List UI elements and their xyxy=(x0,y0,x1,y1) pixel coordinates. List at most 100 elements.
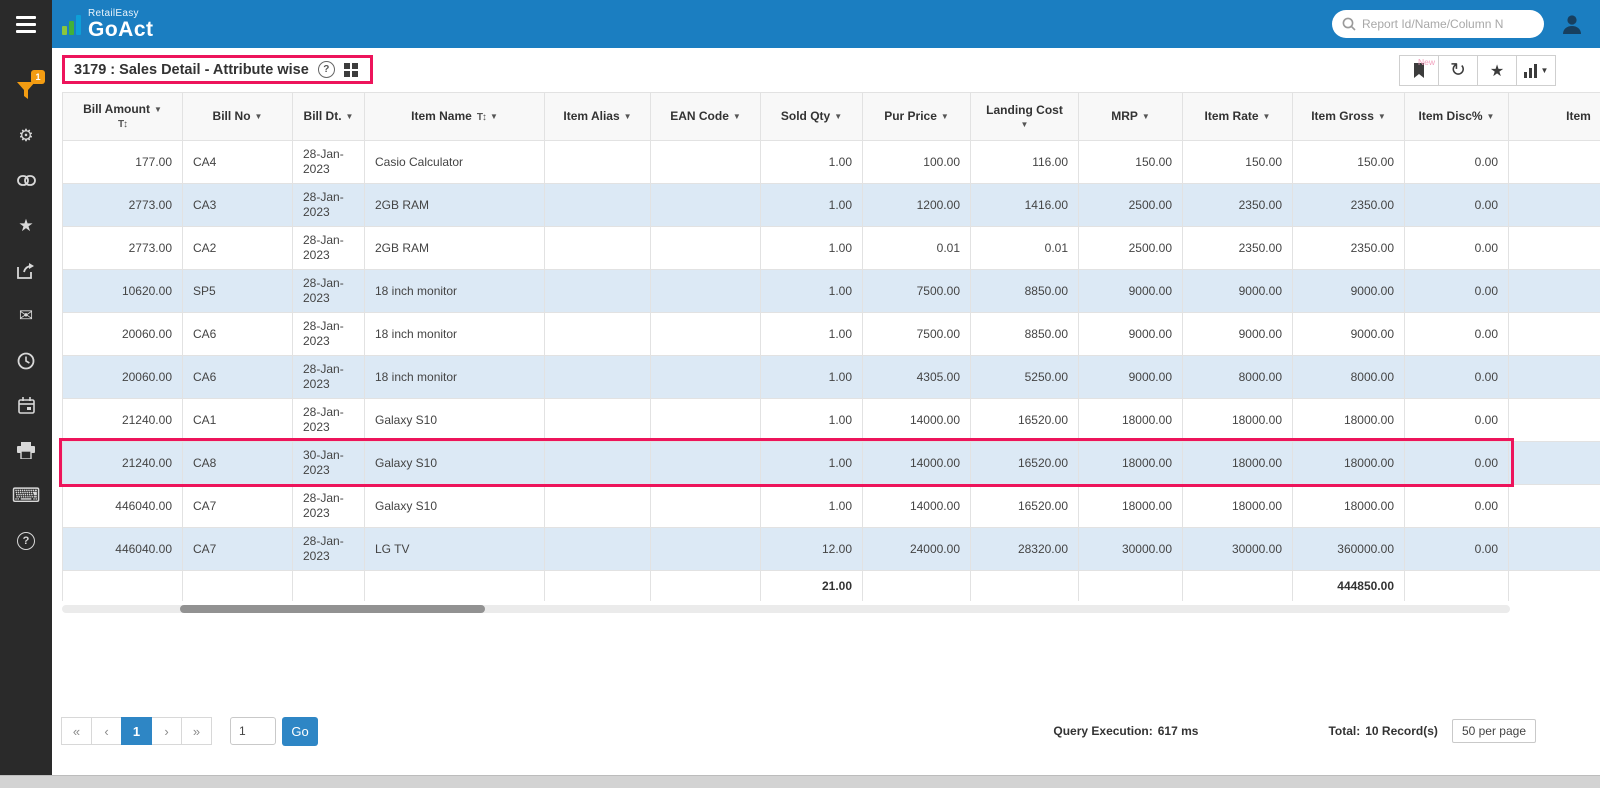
footer-bar: « ‹ 1 › » Go Query Execution: 617 ms Tot… xyxy=(62,716,1536,746)
refresh-button[interactable]: ↻ xyxy=(1438,55,1478,86)
column-menu-icon[interactable]: ▼ xyxy=(1142,112,1150,121)
envelope-icon: ✉ xyxy=(19,306,33,326)
go-button[interactable]: Go xyxy=(282,717,318,746)
column-menu-icon[interactable]: ▼ xyxy=(941,112,949,121)
column-header-ean-code[interactable]: EAN Code▼ xyxy=(651,93,761,141)
link-button[interactable] xyxy=(0,158,52,203)
cell-pur-price: 1200.00 xyxy=(863,184,971,227)
column-header-pur-price[interactable]: Pur Price▼ xyxy=(863,93,971,141)
column-header-landing-cost[interactable]: Landing Cost▼ xyxy=(971,93,1079,141)
user-profile-icon[interactable] xyxy=(1560,12,1584,36)
table-row[interactable]: 21240.00CA830-Jan-2023Galaxy S101.001400… xyxy=(63,442,1600,485)
cell-bill-dt: 28-Jan-2023 xyxy=(293,184,365,227)
chevron-down-icon: ▼ xyxy=(1541,66,1549,75)
text-filter-icon[interactable]: T↕ xyxy=(67,119,178,132)
cell-ean-code xyxy=(651,399,761,442)
cell-bill-amount: 446040.00 xyxy=(63,485,183,528)
printer-icon xyxy=(17,442,35,459)
global-search[interactable] xyxy=(1332,10,1544,38)
column-menu-icon[interactable]: ▼ xyxy=(154,105,162,114)
cell-item-alias xyxy=(545,485,651,528)
column-menu-icon[interactable]: ▼ xyxy=(624,112,632,121)
settings-button[interactable]: ⚙ xyxy=(0,113,52,158)
share-button[interactable] xyxy=(0,248,52,293)
history-button[interactable] xyxy=(0,338,52,383)
cell-pur-price: 14000.00 xyxy=(863,485,971,528)
page-number-input[interactable] xyxy=(230,717,276,745)
table-row[interactable]: 2773.00CA228-Jan-20232GB RAM1.000.010.01… xyxy=(63,227,1600,270)
column-header-bill-no[interactable]: Bill No▼ xyxy=(183,93,293,141)
column-header-bill-amount[interactable]: Bill Amount▼T↕ xyxy=(63,93,183,141)
cell-bill-dt: 28-Jan-2023 xyxy=(293,227,365,270)
text-filter-icon[interactable]: T↕ xyxy=(477,112,486,123)
horizontal-scrollbar[interactable] xyxy=(62,605,1510,613)
table-row[interactable]: 446040.00CA728-Jan-2023LG TV12.0024000.0… xyxy=(63,528,1600,571)
app-logo[interactable]: RetailEasy GoAct xyxy=(62,9,154,40)
bookmark-button[interactable]: New xyxy=(1399,55,1439,86)
column-menu-icon[interactable]: ▼ xyxy=(346,112,354,121)
first-page-button[interactable]: « xyxy=(61,717,92,745)
column-header-item-name[interactable]: Item NameT↕▼ xyxy=(365,93,545,141)
help-button[interactable]: ? xyxy=(0,518,52,563)
column-menu-icon[interactable]: ▼ xyxy=(490,112,498,121)
cell-item-rate: 8000.00 xyxy=(1183,356,1293,399)
page-1-button[interactable]: 1 xyxy=(121,717,152,745)
column-header-item-alias[interactable]: Item Alias▼ xyxy=(545,93,651,141)
column-menu-icon[interactable]: ▼ xyxy=(1263,112,1271,121)
column-menu-icon[interactable]: ▼ xyxy=(834,112,842,121)
hamburger-menu-button[interactable] xyxy=(0,0,52,48)
table-row[interactable]: 20060.00CA628-Jan-202318 inch monitor1.0… xyxy=(63,356,1600,399)
cell-mrp: 18000.00 xyxy=(1079,485,1183,528)
cell-mrp: 2500.00 xyxy=(1079,227,1183,270)
cell-item-rate: 18000.00 xyxy=(1183,485,1293,528)
cell-sold-qty: 1.00 xyxy=(761,270,863,313)
column-header-item-disc[interactable]: Item Disc%▼ xyxy=(1405,93,1509,141)
cell-pur-price: 4305.00 xyxy=(863,356,971,399)
cell-item-rate: 9000.00 xyxy=(1183,313,1293,356)
favorites-button[interactable]: ★ xyxy=(0,203,52,248)
table-row[interactable]: 446040.00CA728-Jan-2023Galaxy S101.00140… xyxy=(63,485,1600,528)
mail-button[interactable]: ✉ xyxy=(0,293,52,338)
favorite-report-button[interactable]: ★ xyxy=(1477,55,1517,86)
column-menu-icon[interactable]: ▼ xyxy=(975,120,1074,130)
report-title-box: 3179 : Sales Detail - Attribute wise ? xyxy=(62,55,373,84)
cell-bill-no: CA7 xyxy=(183,528,293,571)
cell-pur-price: 0.01 xyxy=(863,227,971,270)
cell-sold-qty: 12.00 xyxy=(761,528,863,571)
title-help-icon[interactable]: ? xyxy=(318,61,335,78)
column-header-bill-dt[interactable]: Bill Dt.▼ xyxy=(293,93,365,141)
print-button[interactable] xyxy=(0,428,52,473)
next-page-button[interactable]: › xyxy=(151,717,182,745)
column-menu-icon[interactable]: ▼ xyxy=(1487,112,1495,121)
filter-button[interactable]: 1 xyxy=(0,68,52,113)
last-page-button[interactable]: » xyxy=(181,717,212,745)
column-header-mrp[interactable]: MRP▼ xyxy=(1079,93,1183,141)
per-page-select[interactable]: 50 per page xyxy=(1452,719,1536,743)
column-menu-icon[interactable]: ▼ xyxy=(255,112,263,121)
keyboard-button[interactable]: ⌨ xyxy=(0,473,52,518)
cell-item-disc: 0.00 xyxy=(1405,442,1509,485)
cell-mrp: 9000.00 xyxy=(1079,356,1183,399)
table-row[interactable]: 20060.00CA628-Jan-202318 inch monitor1.0… xyxy=(63,313,1600,356)
table-row[interactable]: 2773.00CA328-Jan-20232GB RAM1.001200.001… xyxy=(63,184,1600,227)
total-cell-sold-qty: 21.00 xyxy=(761,571,863,602)
column-header-sold-qty[interactable]: Sold Qty▼ xyxy=(761,93,863,141)
cell-item xyxy=(1509,270,1600,313)
column-menu-icon[interactable]: ▼ xyxy=(733,112,741,121)
scrollbar-thumb[interactable] xyxy=(180,605,485,613)
query-execution-value: 617 ms xyxy=(1158,724,1199,738)
column-header-item[interactable]: Item xyxy=(1509,93,1600,141)
table-row[interactable]: 177.00CA428-Jan-2023Casio Calculator1.00… xyxy=(63,141,1600,184)
cell-landing-cost: 5250.00 xyxy=(971,356,1079,399)
export-chart-button[interactable]: ▼ xyxy=(1516,55,1556,86)
search-input[interactable] xyxy=(1362,17,1534,31)
column-header-item-rate[interactable]: Item Rate▼ xyxy=(1183,93,1293,141)
title-grid-icon[interactable] xyxy=(344,63,358,77)
schedule-button[interactable] xyxy=(0,383,52,428)
table-row[interactable]: 21240.00CA128-Jan-2023Galaxy S101.001400… xyxy=(63,399,1600,442)
column-menu-icon[interactable]: ▼ xyxy=(1378,112,1386,121)
filter-badge: 1 xyxy=(31,70,45,84)
prev-page-button[interactable]: ‹ xyxy=(91,717,122,745)
table-row[interactable]: 10620.00SP528-Jan-202318 inch monitor1.0… xyxy=(63,270,1600,313)
column-header-item-gross[interactable]: Item Gross▼ xyxy=(1293,93,1405,141)
